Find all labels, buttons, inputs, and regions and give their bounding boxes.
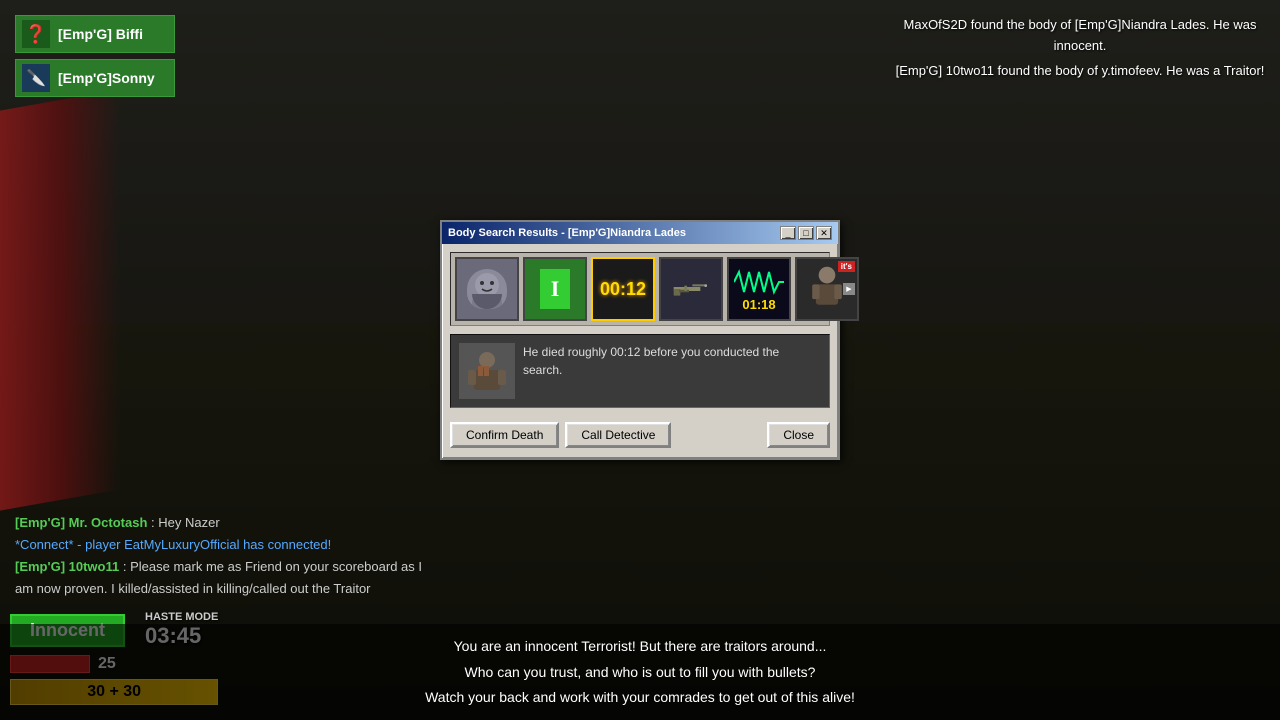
- evidence-innocent[interactable]: I: [523, 257, 587, 321]
- face-svg: [467, 269, 507, 309]
- body-search-modal: Body Search Results - [Emp'G]Niandra Lad…: [440, 220, 840, 460]
- notifications-area: MaxOfS2D found the body of [Emp'G]Niandr…: [890, 15, 1270, 81]
- info-text: He died roughly 00:12 before you conduct…: [523, 343, 821, 399]
- modal-title: Body Search Results - [Emp'G]Niandra Lad…: [448, 227, 686, 239]
- bottom-message: You are an innocent Terrorist! But there…: [0, 624, 1280, 720]
- wave-svg: [734, 267, 784, 297]
- chat-message-1: : Hey Nazer: [151, 515, 220, 530]
- restore-button[interactable]: □: [798, 226, 814, 240]
- close-title-button[interactable]: ✕: [816, 226, 832, 240]
- chat-line-1: [Emp'G] Mr. Octotash : Hey Nazer: [15, 512, 425, 534]
- chat-line-3: [Emp'G] 10two11 : Please mark me as Frie…: [15, 556, 425, 600]
- face-icon: [467, 269, 507, 309]
- evidence-rifle[interactable]: [659, 257, 723, 321]
- player-list: ❓ [Emp'G] Biffi 🔪 [Emp'G]Sonny: [15, 15, 175, 97]
- timer-text: 00:12: [600, 279, 646, 300]
- chat-area: [Emp'G] Mr. Octotash : Hey Nazer *Connec…: [15, 512, 425, 600]
- evidence-timer[interactable]: 00:12: [591, 257, 655, 321]
- evidence-face[interactable]: [455, 257, 519, 321]
- innocent-icon: I: [540, 269, 570, 309]
- person-badge: it's: [838, 261, 855, 272]
- bottom-msg-line2: Who can you trust, and who is out to fil…: [10, 660, 1270, 685]
- info-box: He died roughly 00:12 before you conduct…: [450, 334, 830, 408]
- minimize-button[interactable]: _: [780, 226, 796, 240]
- modal-buttons: Confirm Death Call Detective Close: [450, 418, 830, 450]
- confirm-death-button[interactable]: Confirm Death: [450, 422, 559, 448]
- notification-line1: MaxOfS2D found the body of [Emp'G]Niandr…: [890, 15, 1270, 57]
- chat-line-2: *Connect* - player EatMyLuxuryOfficial h…: [15, 534, 425, 556]
- bottom-msg-line3: Watch your back and work with your comra…: [10, 685, 1270, 710]
- rifle-svg: [666, 279, 716, 299]
- chat-player-2: [Emp'G] 10two11: [15, 559, 119, 574]
- player-icon-sonny: 🔪: [22, 64, 50, 92]
- modal-controls: _ □ ✕: [780, 226, 832, 240]
- evidence-strip: I 00:12: [450, 252, 830, 326]
- chat-player-1: [Emp'G] Mr. Octotash: [15, 515, 147, 530]
- bg-gun-overlay: [0, 89, 120, 510]
- evidence-person[interactable]: it's ▶: [795, 257, 859, 321]
- player-icon-biffi: ❓: [22, 20, 50, 48]
- modal-body: I 00:12: [442, 244, 838, 458]
- call-detective-button[interactable]: Call Detective: [565, 422, 671, 448]
- bottom-msg-line1: You are an innocent Terrorist! But there…: [10, 634, 1270, 659]
- body-icon-svg: [462, 346, 512, 396]
- play-icon[interactable]: ▶: [843, 283, 855, 295]
- close-button[interactable]: Close: [767, 422, 830, 448]
- player-item-sonny[interactable]: 🔪 [Emp'G]Sonny: [15, 59, 175, 97]
- haste-label: HASTE MODE: [145, 611, 218, 623]
- dna-time: 01:18: [742, 297, 775, 312]
- modal-titlebar: Body Search Results - [Emp'G]Niandra Lad…: [442, 222, 838, 244]
- notification-line2: [Emp'G] 10two11 found the body of y.timo…: [890, 61, 1270, 82]
- player-item-biffi[interactable]: ❓ [Emp'G] Biffi: [15, 15, 175, 53]
- player-name-sonny: [Emp'G]Sonny: [58, 70, 155, 86]
- player-name-biffi: [Emp'G] Biffi: [58, 26, 143, 42]
- evidence-dna[interactable]: 01:18: [727, 257, 791, 321]
- info-icon: [459, 343, 515, 399]
- chat-system-1: *Connect* - player EatMyLuxuryOfficial h…: [15, 537, 331, 552]
